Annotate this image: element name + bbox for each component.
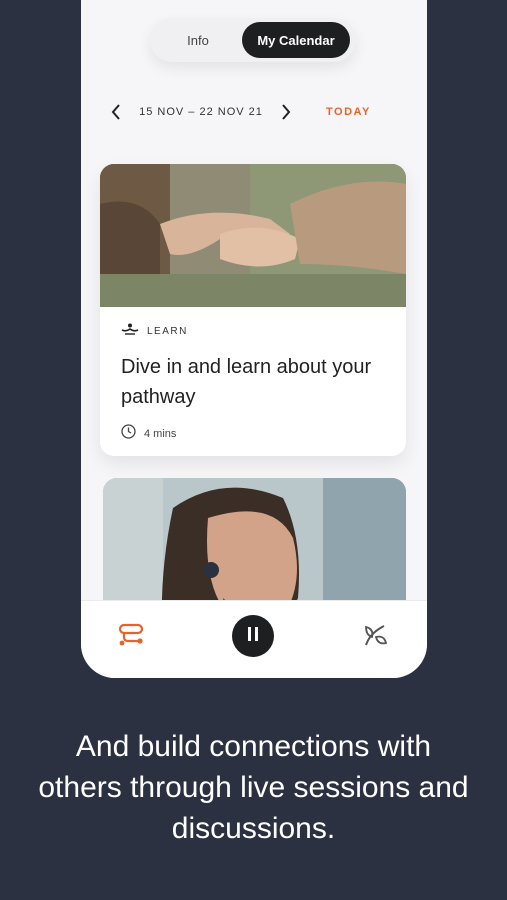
- date-range: 15 NOV – 22 NOV 21: [139, 106, 263, 118]
- card-category: LEARN: [147, 325, 188, 337]
- pause-button[interactable]: [232, 615, 274, 657]
- learn-icon: [121, 322, 139, 340]
- learn-card[interactable]: LEARN Dive in and learn about your pathw…: [100, 164, 406, 456]
- view-switcher: Info My Calendar: [150, 18, 356, 62]
- today-button[interactable]: TODAY: [326, 106, 371, 118]
- card-title: Dive in and learn about your pathway: [121, 356, 372, 408]
- tab-info[interactable]: Info: [154, 22, 242, 58]
- date-navigator: 15 NOV – 22 NOV 21 TODAY: [106, 100, 396, 124]
- phone-frame: Info My Calendar 15 NOV – 22 NOV 21 TODA…: [81, 0, 427, 678]
- chevron-left-icon[interactable]: [106, 100, 126, 124]
- tab-my-calendar[interactable]: My Calendar: [242, 22, 350, 58]
- card-image-holding-hands: [100, 164, 406, 307]
- promo-caption: And build connections with others throug…: [38, 730, 469, 845]
- pathway-icon[interactable]: [118, 623, 144, 652]
- pause-icon: [247, 626, 259, 646]
- chevron-right-icon[interactable]: [276, 100, 296, 124]
- card-duration: 4 mins: [144, 428, 177, 440]
- clock-icon: [121, 424, 136, 444]
- bottom-tab-bar: [81, 600, 427, 678]
- leaf-icon[interactable]: [362, 623, 388, 652]
